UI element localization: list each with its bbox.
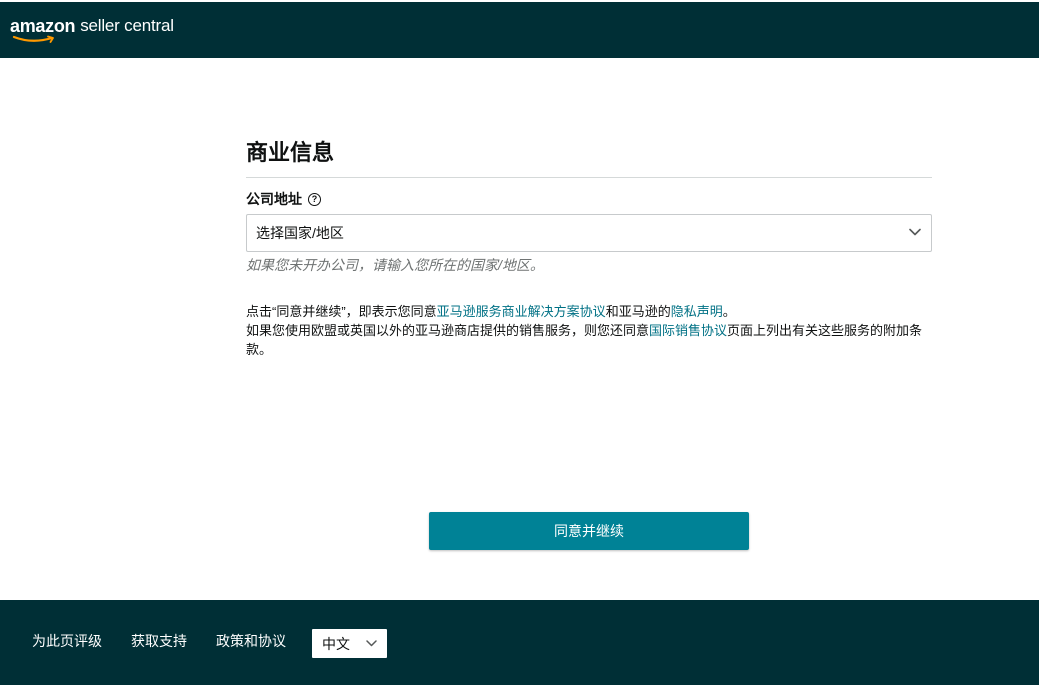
address-label-row: 公司地址 ? [246,190,932,208]
country-hint-text: 如果您未开办公司，请输入您所在的国家/地区。 [246,257,544,273]
company-address-label: 公司地址 [246,191,302,207]
get-support-link[interactable]: 获取支持 [131,632,187,650]
terms-line-2: 如果您使用欧盟或英国以外的亚马逊商店提供的销售服务，则您还同意国际销售协议页面上… [246,321,932,359]
terms-text-1: 点击“同意并继续”，即表示您同意 [246,304,437,319]
terms-text-2: 和亚马逊的 [605,304,671,319]
title-divider [246,177,932,178]
language-select-value: 中文 [322,635,350,652]
business-info-form: 商业信息 公司地址 ? 选择国家/地区 如果您未开办公司，请输入您所在的国家/地… [246,138,932,359]
terms-text-4: 如果您使用欧盟或英国以外的亚马逊商店提供的销售服务，则您还同意 [246,323,650,338]
international-selling-agreement-link[interactable]: 国际销售协议 [649,323,727,338]
logo-brand: amazon [10,16,76,36]
terms-text: 点击“同意并继续”，即表示您同意亚马逊服务商业解决方案协议和亚马逊的隐私声明。 … [246,302,932,359]
language-select[interactable]: 中文 [312,629,387,658]
logo-product: seller central [80,16,174,35]
policies-agreements-link[interactable]: 政策和协议 [216,632,286,650]
chevron-down-icon [366,640,377,647]
page-title: 商业信息 [246,140,335,165]
chevron-down-icon [909,228,921,236]
top-header: amazon seller central [0,2,1039,58]
agree-and-continue-button[interactable]: 同意并继续 [429,512,749,550]
country-region-select[interactable]: 选择国家/地区 [246,214,932,252]
bsa-agreement-link[interactable]: 亚马逊服务商业解决方案协议 [437,304,606,319]
question-circle-icon[interactable]: ? [308,192,321,206]
country-select-value: 选择国家/地区 [256,225,344,241]
amazon-seller-central-logo[interactable]: amazon seller central [10,15,174,45]
terms-line-1: 点击“同意并继续”，即表示您同意亚马逊服务商业解决方案协议和亚马逊的隐私声明。 [246,302,932,321]
footer: 为此页评级 获取支持 政策和协议 中文 [0,600,1039,685]
privacy-notice-link[interactable]: 隐私声明 [671,304,723,319]
terms-text-3: 。 [722,304,736,319]
rate-this-page-link[interactable]: 为此页评级 [32,632,102,650]
amazon-smile-icon [12,35,54,43]
